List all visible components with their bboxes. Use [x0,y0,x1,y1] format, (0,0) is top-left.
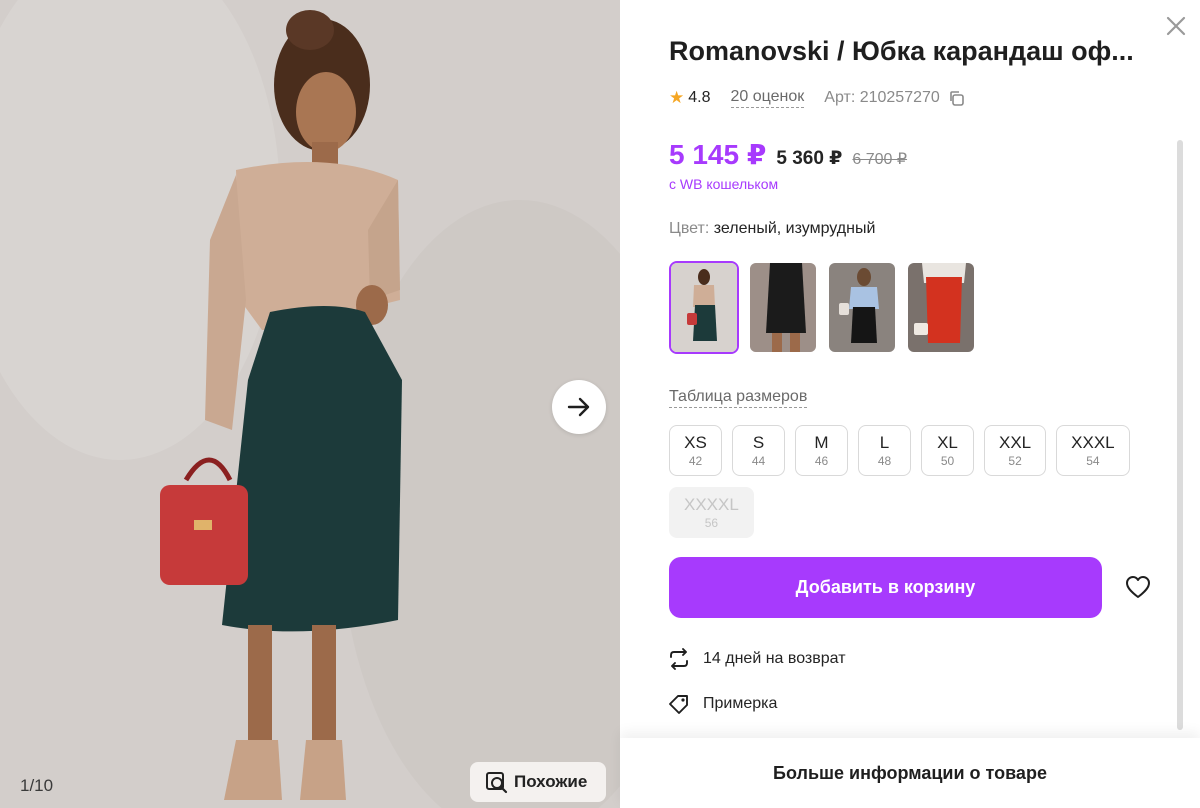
size-option[interactable]: XL 50 [921,425,974,476]
swatch-image [908,263,974,352]
close-icon [1166,16,1186,36]
size-option[interactable]: L 48 [858,425,911,476]
size-option[interactable]: XXXL 54 [1056,425,1130,476]
color-swatch-red[interactable] [906,261,976,354]
arrow-right-icon [567,397,590,417]
size-label: XXXXL [684,494,739,514]
size-table-link[interactable]: Таблица размеров [669,388,808,408]
favorite-button[interactable] [1124,573,1152,601]
similar-label: Похожие [514,772,588,791]
color-swatch-green[interactable] [669,261,739,354]
size-number: 44 [751,453,766,468]
color-swatch-black[interactable] [748,261,818,354]
search-image-icon [486,772,508,794]
color-value: зеленый, изумрудный [709,220,876,237]
product-photo-image [0,0,620,808]
wallet-note: с WB кошельком [669,176,779,192]
color-swatches [669,261,976,354]
swatch-image [750,263,816,352]
next-photo-button[interactable] [552,380,606,434]
close-button[interactable] [1164,14,1188,38]
product-photo[interactable]: 1/10 Похожие [0,0,620,808]
size-number: 42 [688,453,703,468]
size-option-unavailable: XXXXL 56 [669,487,754,538]
rating-value: 4.8 [688,89,711,106]
scrollbar[interactable] [1177,140,1183,730]
heart-icon [1126,576,1150,598]
size-number: 56 [704,515,719,530]
size-label: L [879,432,890,452]
size-label: M [814,432,829,452]
article-number: Арт: 210257270 [824,89,940,106]
color-label: Цвет: [669,220,710,237]
more-info-button[interactable]: Больше информации о товаре [620,738,1200,808]
size-label: XL [937,432,958,452]
product-meta: ★ 4.8 20 оценок Арт: 210257270 [669,86,965,110]
fitting-feature: Примерка [667,692,777,716]
copy-article-button[interactable] [948,90,965,107]
size-option[interactable]: S 44 [732,425,785,476]
more-info-label: Больше информации о товаре [773,762,1047,783]
size-number: 48 [877,453,892,468]
color-swatch-black-blouse[interactable] [827,261,897,354]
swatch-image [829,263,895,352]
tag-icon [669,695,688,714]
add-to-cart-button[interactable]: Добавить в корзину [669,557,1102,618]
size-option[interactable]: XXL 52 [984,425,1047,476]
copy-icon [949,90,964,106]
wallet-price: 5 145 ₽ [669,139,767,170]
size-option[interactable]: M 46 [795,425,848,476]
size-number: 46 [814,453,829,468]
size-number: 52 [1008,453,1022,468]
crossed-price: 6 700 ₽ [852,151,908,168]
size-label: S [752,432,765,452]
size-label: XXL [999,432,1032,452]
fitting-text: Примерка [703,695,778,712]
color-line: Цвет: зеленый, изумрудный [669,220,875,238]
gallery-counter: 1/10 [20,776,54,795]
return-arrows-icon [670,648,688,670]
size-label: XS [684,432,707,452]
size-number: 50 [940,453,955,468]
similar-button[interactable]: Похожие [470,762,606,802]
size-option[interactable]: XS 42 [669,425,722,476]
return-text: 14 дней на возврат [703,650,846,667]
price-row: 5 145 ₽ 5 360 ₽ 6 700 ₽ [669,138,907,171]
size-grid: XS 42 S 44 M 46 L 48 XL 50 XXL 52 XXXL 5… [669,425,1139,538]
star-icon: ★ [669,88,685,107]
size-number: 54 [1086,453,1100,468]
return-feature: 14 дней на возврат [667,647,846,671]
reviews-link[interactable]: 20 оценок [730,88,805,108]
size-label: XXXL [1071,432,1115,452]
product-title: Romanovski / Юбка карандаш оф... [669,36,1134,66]
swatch-image [671,263,737,352]
product-info-panel: Romanovski / Юбка карандаш оф... ★ 4.8 2… [620,0,1200,808]
regular-price: 5 360 ₽ [776,148,843,169]
